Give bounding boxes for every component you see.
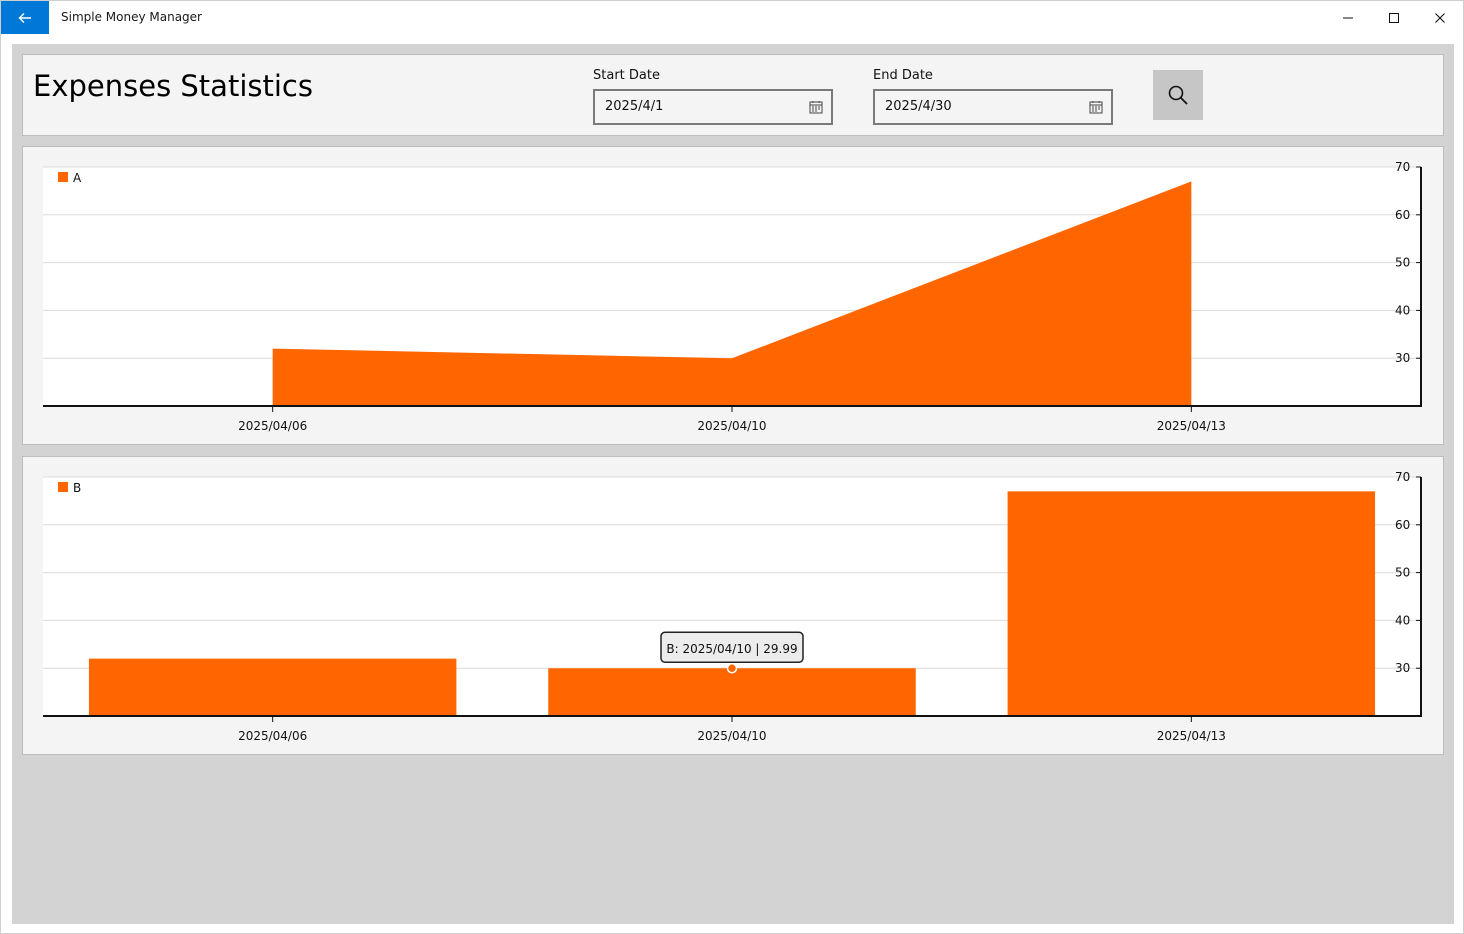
x-tick-label: 2025/04/06 (238, 419, 307, 433)
start-date-value: 2025/4/1 (605, 99, 664, 114)
title-bar: Simple Money Manager (1, 1, 1463, 34)
y-tick-label: 50 (1395, 566, 1410, 580)
bar[interactable] (1007, 491, 1376, 716)
back-button[interactable] (1, 1, 49, 34)
search-icon (1168, 85, 1188, 105)
filter-panel: Expenses Statistics Start Date 2025/4/1 … (22, 54, 1444, 136)
legend-label: A (73, 171, 82, 185)
y-tick-label: 70 (1395, 160, 1410, 174)
bar-chart-b[interactable]: 30 40 50 60 70 2025/04/06 2025/04/10 2025/04/13… (23, 457, 1443, 754)
legend-label: B (73, 481, 81, 495)
bar[interactable] (88, 658, 457, 716)
app-window: Simple Money Manager Expenses Statistics… (0, 0, 1464, 934)
legend-swatch (58, 482, 68, 492)
tooltip-text: B: 2025/04/10 | 29.99 (666, 642, 797, 656)
bar[interactable] (548, 668, 916, 716)
hover-point-marker[interactable] (726, 662, 738, 674)
y-tick-label: 50 (1395, 256, 1410, 270)
minimize-button[interactable] (1325, 1, 1371, 34)
area-chart-a[interactable]: 30 40 50 60 70 2025/04/06 2025/04/10 2025/04/13… (23, 147, 1443, 444)
y-tick-label: 40 (1395, 303, 1410, 317)
start-date-picker[interactable]: 2025/4/1 (593, 89, 833, 125)
x-tick-label: 2025/04/10 (697, 419, 766, 433)
x-tick-label: 2025/04/13 (1157, 419, 1226, 433)
calendar-icon[interactable] (1089, 100, 1103, 114)
y-tick-label: 30 (1395, 351, 1410, 365)
maximize-icon (1389, 12, 1399, 23)
y-tick-label: 40 (1395, 613, 1410, 627)
page-title: Expenses Statistics (33, 69, 313, 103)
y-tick-label: 60 (1395, 518, 1410, 532)
calendar-icon[interactable] (809, 100, 823, 114)
end-date-label: End Date (873, 68, 933, 83)
end-date-value: 2025/4/30 (885, 99, 952, 114)
y-tick-label: 60 (1395, 208, 1410, 222)
close-icon (1435, 12, 1445, 23)
search-button[interactable] (1153, 70, 1203, 120)
maximize-button[interactable] (1371, 1, 1417, 34)
app-title: Simple Money Manager (61, 10, 202, 24)
y-tick-label: 70 (1395, 470, 1410, 484)
end-date-picker[interactable]: 2025/4/30 (873, 89, 1113, 125)
x-tick-label: 2025/04/10 (697, 729, 766, 743)
close-button[interactable] (1417, 1, 1463, 34)
chart-b-panel: 30 40 50 60 70 2025/04/06 2025/04/10 2025/04/13… (22, 456, 1444, 755)
minimize-icon (1343, 17, 1353, 18)
x-tick-label: 2025/04/13 (1157, 729, 1226, 743)
main-content: Expenses Statistics Start Date 2025/4/1 … (12, 44, 1454, 924)
back-arrow-icon (18, 12, 31, 23)
legend-swatch (58, 172, 68, 182)
chart-a-panel: 30 40 50 60 70 2025/04/06 2025/04/10 2025/04/13… (22, 146, 1444, 445)
start-date-label: Start Date (593, 68, 660, 83)
y-tick-label: 30 (1395, 661, 1410, 675)
x-tick-label: 2025/04/06 (238, 729, 307, 743)
